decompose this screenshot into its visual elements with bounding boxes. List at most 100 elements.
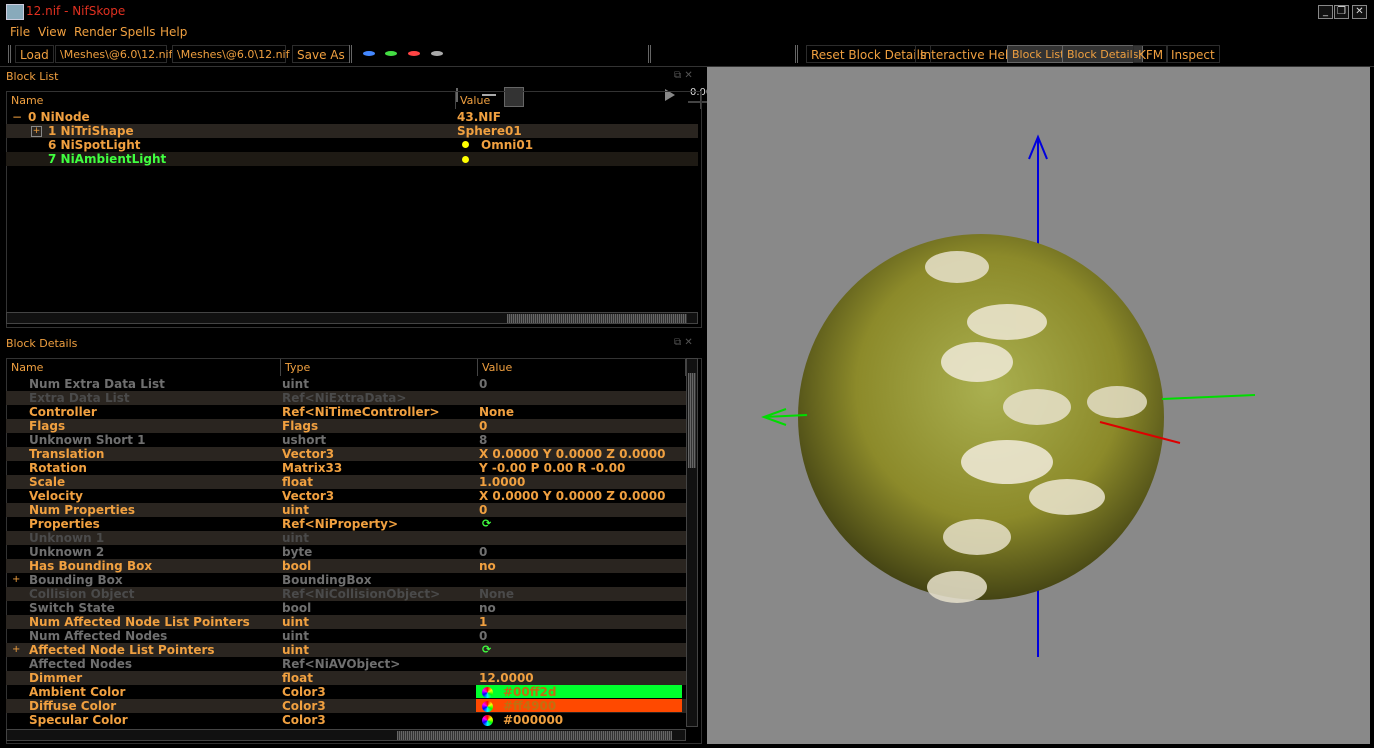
view-green-icon[interactable] <box>385 51 397 56</box>
details-hscroll[interactable] <box>6 729 686 741</box>
details-row[interactable]: Specular Color Color3 #000000 <box>6 713 686 727</box>
field-value[interactable]: no <box>479 601 496 615</box>
field-value[interactable]: 0 <box>479 503 487 517</box>
tree-row-selected[interactable]: 7 NiAmbientLight <box>6 152 698 166</box>
field-value[interactable]: 0 <box>479 377 487 391</box>
restore-button[interactable]: ❐ <box>1334 5 1349 19</box>
details-row[interactable]: Properties Ref<NiProperty> ⟳ <box>6 517 686 531</box>
field-value[interactable]: 0 <box>479 419 487 433</box>
details-vscroll[interactable] <box>686 358 698 727</box>
save-path-field[interactable]: \Meshes\@6.0\12.nif <box>172 45 289 63</box>
block-list-toggle[interactable]: Block List <box>1007 45 1070 63</box>
view-blue-icon[interactable] <box>363 51 375 56</box>
block-list-header-name[interactable]: Name <box>7 92 456 109</box>
field-value[interactable]: 0 <box>479 545 487 559</box>
panel-float-icon[interactable]: ⧉ ✕ <box>674 70 693 81</box>
details-row[interactable]: Diffuse Color Color3 #ff4900 <box>6 699 686 713</box>
expand-icon[interactable]: + <box>12 643 20 657</box>
details-row[interactable]: Has Bounding Box bool no <box>6 559 686 573</box>
details-row[interactable]: + Bounding Box BoundingBox <box>6 573 686 587</box>
panel-float-icon[interactable]: ⧉ ✕ <box>674 337 693 348</box>
field-value[interactable]: Y -0.00 P 0.00 R -0.00 <box>479 461 625 475</box>
color-picker-icon[interactable] <box>482 701 493 712</box>
close-button[interactable]: ✕ <box>1352 5 1367 19</box>
details-row[interactable]: Num Affected Nodes uint 0 <box>6 629 686 643</box>
kfm-toggle[interactable]: KFM <box>1133 45 1169 63</box>
toolbar-grip[interactable] <box>648 45 651 63</box>
toolbar-grip[interactable] <box>8 45 11 63</box>
toolbar-grip[interactable] <box>349 45 352 63</box>
details-row[interactable]: Scale float 1.0000 <box>6 475 686 489</box>
menu-help[interactable]: Help <box>160 25 187 39</box>
field-value[interactable]: #00ff2d <box>503 685 556 699</box>
color-picker-icon-wrap[interactable] <box>482 713 499 727</box>
details-row[interactable]: Num Properties uint 0 <box>6 503 686 517</box>
collapse-icon[interactable]: − <box>12 110 22 124</box>
load-button[interactable]: Load <box>15 45 54 63</box>
refresh-icon[interactable]: ⟳ <box>482 517 491 531</box>
block-list-hscroll[interactable] <box>6 312 698 324</box>
field-value[interactable]: 0 <box>479 629 487 643</box>
details-row[interactable]: Collision Object Ref<NiCollisionObject> No… <box>6 587 686 601</box>
menu-spells[interactable]: Spells <box>120 25 156 39</box>
details-row[interactable]: Unknown Short 1 ushort 8 <box>6 433 686 447</box>
details-row[interactable]: Num Extra Data List uint 0 <box>6 377 686 391</box>
tree-row[interactable]: − 0 NiNode 43.NIF <box>6 110 698 124</box>
details-row[interactable]: Affected Nodes Ref<NiAVObject> <box>6 657 686 671</box>
details-row[interactable]: Translation Vector3 X 0.0000 Y 0.0000 Z 0.… <box>6 447 686 461</box>
color-picker-icon[interactable] <box>482 687 493 698</box>
scroll-thumb[interactable] <box>397 731 672 740</box>
expand-icon[interactable]: + <box>12 573 20 587</box>
menu-render[interactable]: Render <box>74 25 117 39</box>
details-row[interactable]: + Affected Node List Pointers uint ⟳ <box>6 643 686 657</box>
tree-row[interactable]: + 1 NiTriShape Sphere01 <box>6 124 698 138</box>
field-value[interactable]: None <box>479 405 514 419</box>
details-row[interactable]: Num Affected Node List Pointers uint 1 <box>6 615 686 629</box>
expand-icon[interactable]: + <box>31 126 42 137</box>
block-details-toggle[interactable]: Block Details <box>1062 45 1144 63</box>
tree-row[interactable]: 6 NiSpotLight Omni01 <box>6 138 698 152</box>
menu-file[interactable]: File <box>10 25 30 39</box>
save-as-button[interactable]: Save As <box>292 45 350 63</box>
color-picker-icon-wrap[interactable] <box>482 685 499 699</box>
reset-block-details-button[interactable]: Reset Block Details <box>806 45 932 63</box>
scroll-thumb[interactable] <box>507 314 687 323</box>
details-header-type[interactable]: Type <box>281 359 478 376</box>
details-row[interactable]: Switch State bool no <box>6 601 686 615</box>
details-row[interactable]: Flags Flags 0 <box>6 419 686 433</box>
toolbar-grip[interactable] <box>795 45 798 63</box>
field-value[interactable]: X 0.0000 Y 0.0000 Z 0.0000 <box>479 489 665 503</box>
refresh-icon[interactable]: ⟳ <box>482 643 491 657</box>
field-value[interactable]: None <box>479 587 514 601</box>
view-gray-icon[interactable] <box>431 51 443 56</box>
details-row[interactable]: Velocity Vector3 X 0.0000 Y 0.0000 Z 0.000… <box>6 489 686 503</box>
details-row[interactable]: Unknown 1 uint <box>6 531 686 545</box>
load-path-field[interactable]: \Meshes\@6.0\12.nif <box>55 45 172 63</box>
scene-svg[interactable] <box>707 67 1370 744</box>
details-row[interactable]: Dimmer float 12.0000 <box>6 671 686 685</box>
field-value[interactable]: 1 <box>479 615 487 629</box>
field-value[interactable]: 1.0000 <box>479 475 525 489</box>
render-viewport[interactable] <box>707 67 1370 744</box>
menu-view[interactable]: View <box>38 25 66 39</box>
interactive-help-button[interactable]: Interactive Help <box>915 45 1021 63</box>
field-value[interactable]: X 0.0000 Y 0.0000 Z 0.0000 <box>479 447 665 461</box>
details-header-value[interactable]: Value <box>478 359 686 376</box>
details-row[interactable]: Unknown 2 byte 0 <box>6 545 686 559</box>
field-value[interactable]: 12.0000 <box>479 671 534 685</box>
view-red-icon[interactable] <box>408 51 420 56</box>
inspect-toggle[interactable]: Inspect <box>1166 45 1220 63</box>
minimize-button[interactable]: _ <box>1318 5 1333 19</box>
color-picker-icon-wrap[interactable] <box>482 699 499 713</box>
color-picker-icon[interactable] <box>482 715 493 726</box>
field-value[interactable]: #000000 <box>503 713 563 727</box>
scroll-thumb[interactable] <box>688 373 696 468</box>
field-value[interactable]: 8 <box>479 433 487 447</box>
details-header-name[interactable]: Name <box>7 359 281 376</box>
details-row[interactable]: Rotation Matrix33 Y -0.00 P 0.00 R -0.00 <box>6 461 686 475</box>
field-value[interactable]: #ff4900 <box>503 699 556 713</box>
block-list-header-value[interactable]: Value <box>456 92 701 109</box>
details-row[interactable]: Extra Data List Ref<NiExtraData> <box>6 391 686 405</box>
details-row[interactable]: Controller Ref<NiTimeController> None <box>6 405 686 419</box>
field-value[interactable]: no <box>479 559 496 573</box>
